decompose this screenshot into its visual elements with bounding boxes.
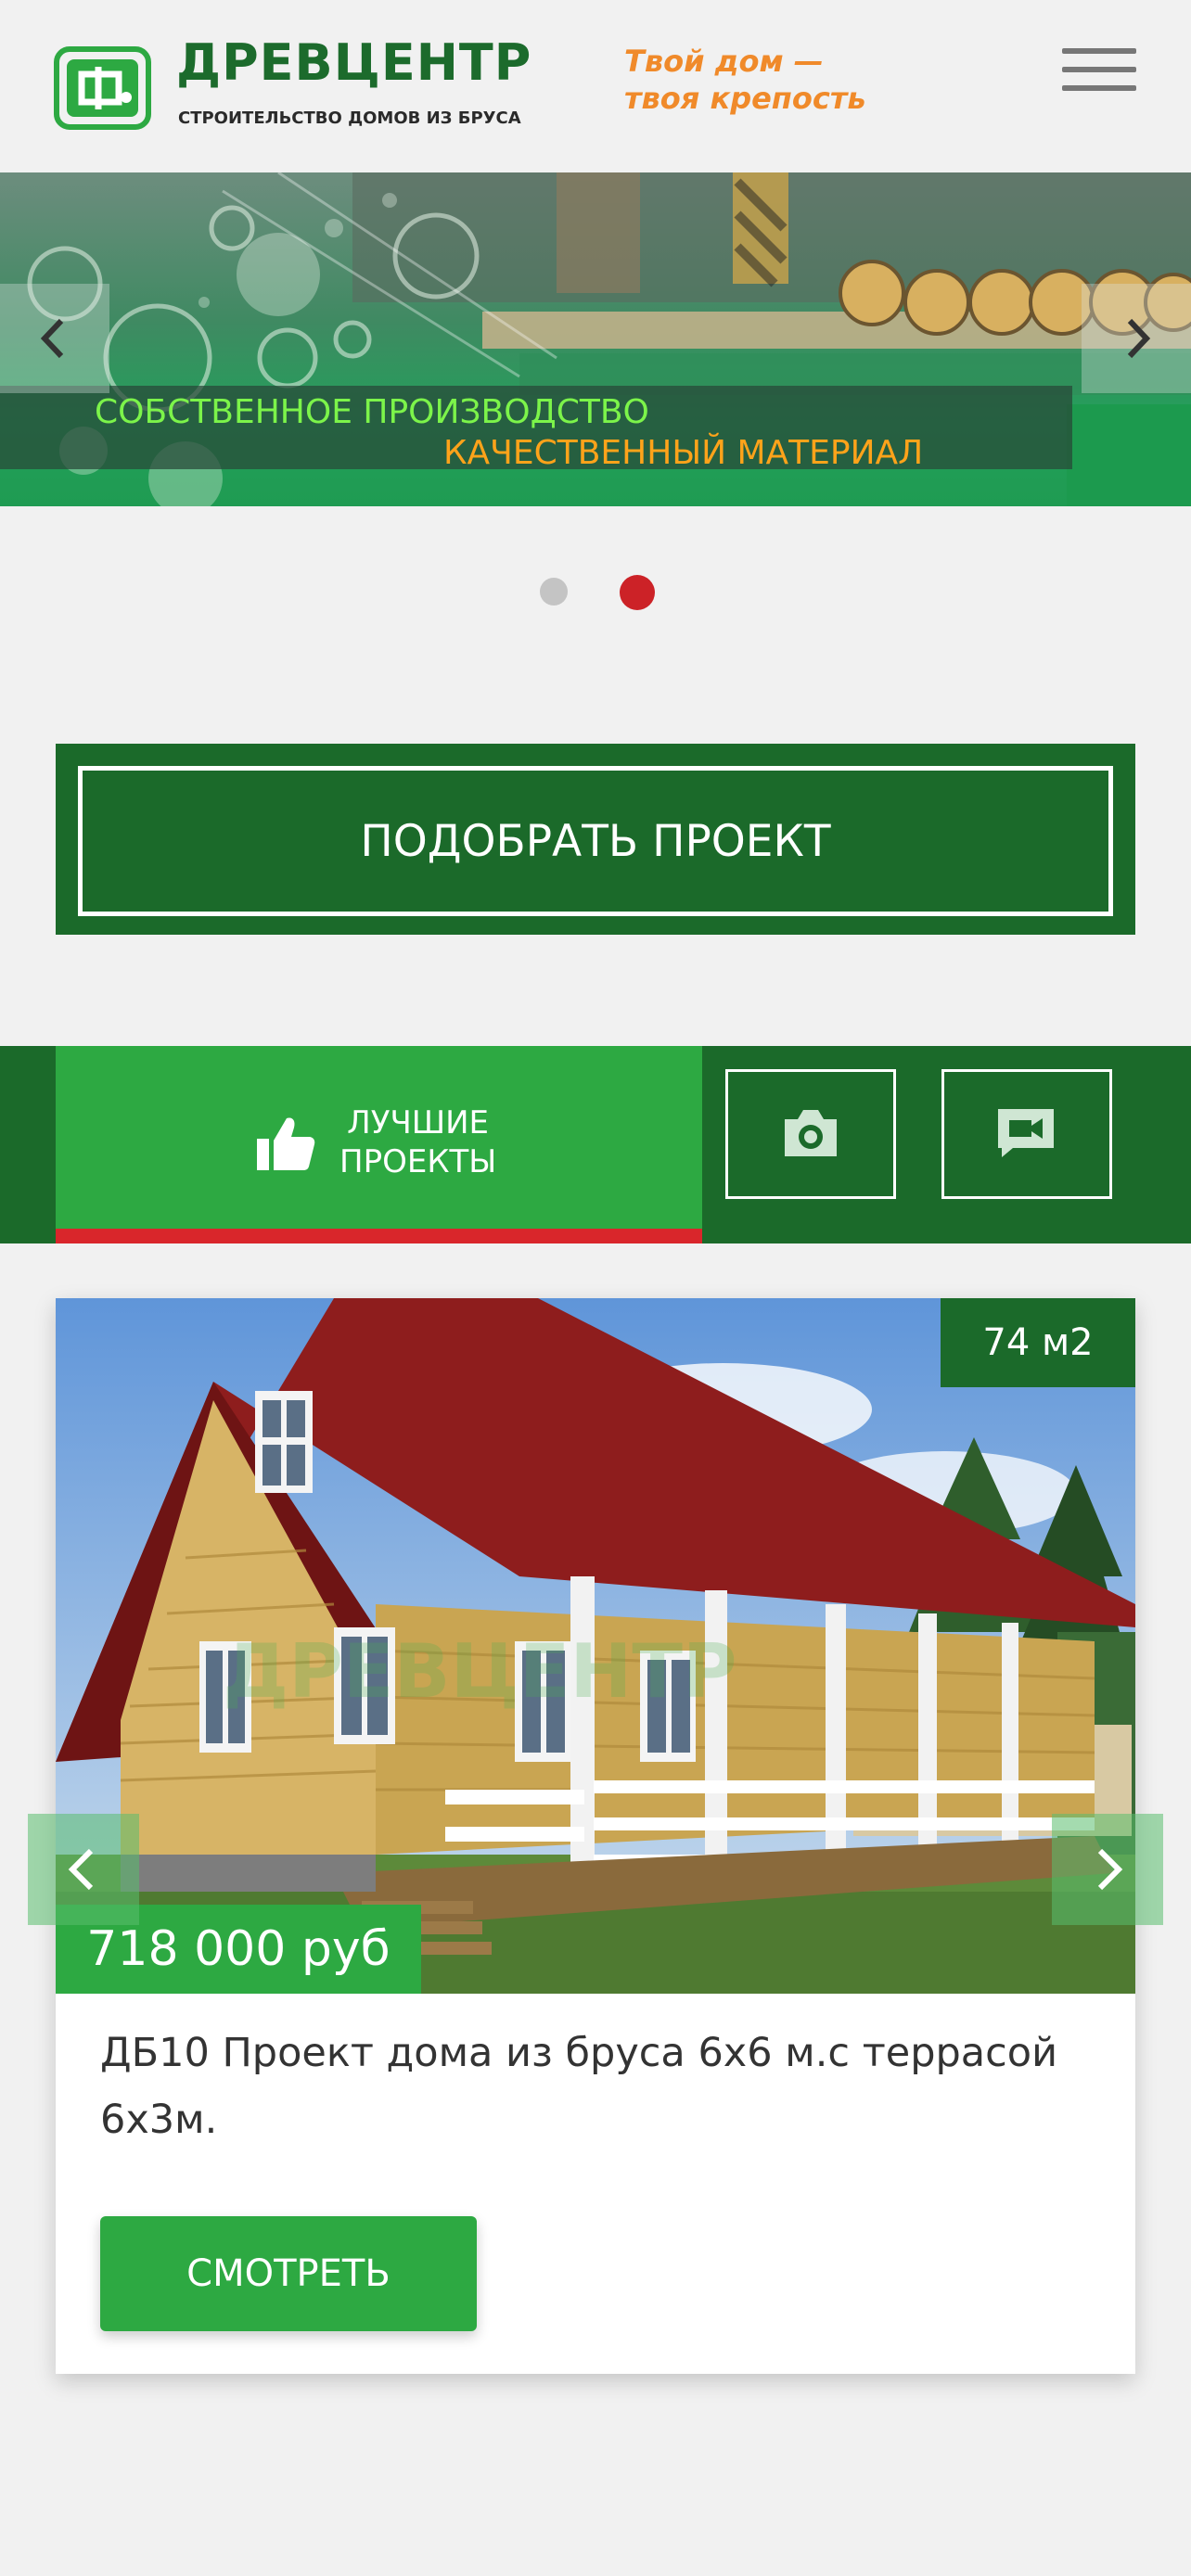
tab-video[interactable] <box>941 1069 1112 1199</box>
banner-caption-line-1: СОБСТВЕННОЕ ПРОИЗВОДСТВО <box>95 393 649 431</box>
video-camera-icon <box>998 1109 1054 1157</box>
slogan-line-2: твоя крепость <box>624 81 866 116</box>
card-prev-button[interactable] <box>28 1814 139 1925</box>
tab-best-label: ЛУЧШИЕ ПРОЕКТЫ <box>339 1103 496 1181</box>
cta-panel: ПОДОБРАТЬ ПРОЕКТ <box>56 744 1135 935</box>
logo-icon[interactable] <box>54 46 151 130</box>
tab-best-projects[interactable]: ЛУЧШИЕ ПРОЕКТЫ <box>56 1046 702 1243</box>
banner-next-button[interactable] <box>1082 284 1191 393</box>
house-photo: ДРЕВЦЕНТР <box>56 1298 1135 1994</box>
chevron-left-icon <box>68 1848 94 1891</box>
project-image[interactable]: ДРЕВЦЕНТР 74 м2 718 000 руб <box>56 1298 1135 1994</box>
slider-dot-1[interactable] <box>540 578 568 606</box>
tab-best-label-line-1: ЛУЧШИЕ <box>347 1104 490 1141</box>
banner-prev-button[interactable] <box>0 284 109 393</box>
thumbs-up-icon <box>257 1117 315 1170</box>
brand-subtitle: СТРОИТЕЛЬСТВО ДОМОВ ИЗ БРУСА <box>178 108 521 128</box>
project-card: ДРЕВЦЕНТР 74 м2 718 000 руб ДБ10 Проект … <box>56 1298 1135 2374</box>
active-tab-indicator <box>56 1229 702 1243</box>
camera-icon <box>785 1110 837 1156</box>
area-badge: 74 м2 <box>941 1298 1135 1387</box>
hero-banner: СОБСТВЕННОЕ ПРОИЗВОДСТВО КАЧЕСТВЕННЫЙ МА… <box>0 172 1191 506</box>
view-button[interactable]: СМОТРЕТЬ <box>100 2216 477 2331</box>
select-project-button[interactable]: ПОДОБРАТЬ ПРОЕКТ <box>78 766 1113 916</box>
slogan-line-1: Твой дом — <box>624 44 824 79</box>
card-next-button[interactable] <box>1052 1814 1163 1925</box>
banner-caption-line-2: КАЧЕСТВЕННЫЙ МАТЕРИАЛ <box>443 434 924 472</box>
slogan: Твой дом — твоя крепость <box>624 43 866 117</box>
tab-photo[interactable] <box>725 1069 896 1199</box>
tab-best-label-line-2: ПРОЕКТЫ <box>339 1143 497 1180</box>
site-header: ДРЕВЦЕНТР СТРОИТЕЛЬСТВО ДОМОВ ИЗ БРУСА Т… <box>0 0 1191 172</box>
tabs-bar: ЛУЧШИЕ ПРОЕКТЫ <box>0 1046 1191 1243</box>
chevron-right-icon <box>1127 318 1151 359</box>
svg-text:ДРЕВЦЕНТР: ДРЕВЦЕНТР <box>223 1628 737 1715</box>
hamburger-icon[interactable] <box>1062 48 1136 104</box>
chevron-right-icon <box>1097 1848 1123 1891</box>
slider-dot-2-active[interactable] <box>620 575 655 610</box>
project-title[interactable]: ДБ10 Проект дома из бруса 6х6 м.с террас… <box>100 2020 1093 2153</box>
chevron-left-icon <box>40 318 64 359</box>
brand-name[interactable]: ДРЕВЦЕНТР <box>176 33 531 92</box>
